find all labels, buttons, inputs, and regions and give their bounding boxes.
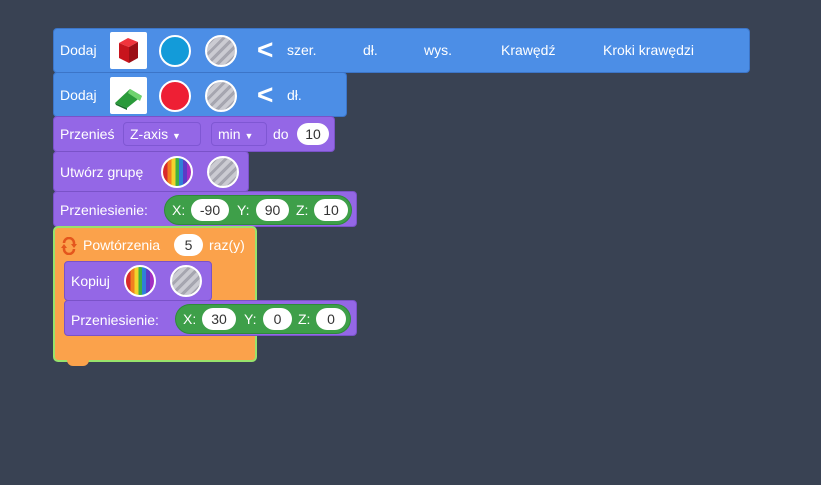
param-edge-steps[interactable]: Kroki krawędzi [603, 42, 694, 58]
repeat-suffix: raz(y) [209, 237, 245, 253]
block-label: Przeniesienie: [60, 202, 148, 218]
param-width[interactable]: szer. [287, 42, 317, 58]
block-label: Powtórzenia [83, 237, 161, 253]
block-label: Utwórz grupę [60, 164, 144, 180]
xyz-vector: X: 30 Y: 0 Z: 0 [175, 304, 351, 334]
axis-dropdown-value: Z-axis [130, 126, 169, 142]
move-to-block[interactable]: Przenieś Z-axis ▼ min ▼ do 10 [53, 116, 335, 152]
stripe-texture-icon[interactable] [170, 265, 202, 297]
add-prism-block[interactable]: Dodaj < dł. [53, 72, 347, 117]
translate-block[interactable]: Przeniesienie: X: -90 Y: 90 Z: 10 [53, 191, 357, 227]
green-prism-icon[interactable] [110, 77, 147, 114]
red-cube-icon[interactable] [110, 32, 147, 69]
block-notch [67, 360, 89, 366]
rainbow-color-icon[interactable] [124, 265, 156, 297]
chevron-down-icon: ▼ [244, 131, 254, 141]
z-input[interactable]: 0 [316, 308, 346, 330]
param-edge[interactable]: Krawędź [501, 42, 555, 58]
chevron-left-icon[interactable]: < [257, 81, 273, 109]
block-label: Dodaj [60, 87, 97, 103]
chevron-down-icon: ▼ [172, 131, 181, 141]
stripe-texture-icon[interactable] [205, 35, 237, 67]
param-length[interactable]: dł. [287, 87, 302, 103]
repeat-icon [61, 237, 77, 255]
to-label: do [273, 126, 289, 142]
param-length[interactable]: dł. [363, 42, 378, 58]
stripe-texture-icon[interactable] [207, 156, 239, 188]
rainbow-color-icon[interactable] [161, 156, 193, 188]
z-label: Z: [296, 202, 309, 218]
create-group-block[interactable]: Utwórz grupę [53, 151, 249, 192]
z-input[interactable]: 10 [314, 199, 348, 221]
copy-block[interactable]: Kopiuj [64, 261, 212, 301]
x-label: X: [172, 202, 186, 218]
mode-dropdown[interactable]: min ▼ [211, 122, 267, 146]
z-label: Z: [298, 311, 311, 327]
y-input[interactable]: 0 [263, 308, 292, 330]
xyz-vector: X: -90 Y: 90 Z: 10 [164, 195, 352, 225]
translate-block[interactable]: Przeniesienie: X: 30 Y: 0 Z: 0 [64, 300, 357, 336]
chevron-left-icon[interactable]: < [257, 36, 273, 64]
block-label: Kopiuj [71, 273, 110, 289]
y-label: Y: [237, 202, 250, 218]
color-swatch[interactable] [159, 35, 191, 67]
add-cube-block[interactable]: Dodaj < szer. dł. wys. Krawędź Kroki kra… [53, 28, 750, 73]
block-label: Przeniesienie: [71, 312, 159, 328]
x-input[interactable]: 30 [202, 308, 236, 330]
block-label: Przenieś [60, 126, 115, 142]
value-input[interactable]: 10 [297, 123, 329, 145]
block-label: Dodaj [60, 42, 97, 58]
stripe-texture-icon[interactable] [205, 80, 237, 112]
mode-dropdown-value: min [218, 126, 241, 142]
x-input[interactable]: -90 [191, 199, 229, 221]
y-input[interactable]: 90 [256, 199, 289, 221]
param-height[interactable]: wys. [424, 42, 452, 58]
x-label: X: [183, 311, 197, 327]
y-label: Y: [244, 311, 257, 327]
color-swatch[interactable] [159, 80, 191, 112]
axis-dropdown[interactable]: Z-axis ▼ [123, 122, 201, 146]
repeat-count-input[interactable]: 5 [174, 234, 203, 256]
